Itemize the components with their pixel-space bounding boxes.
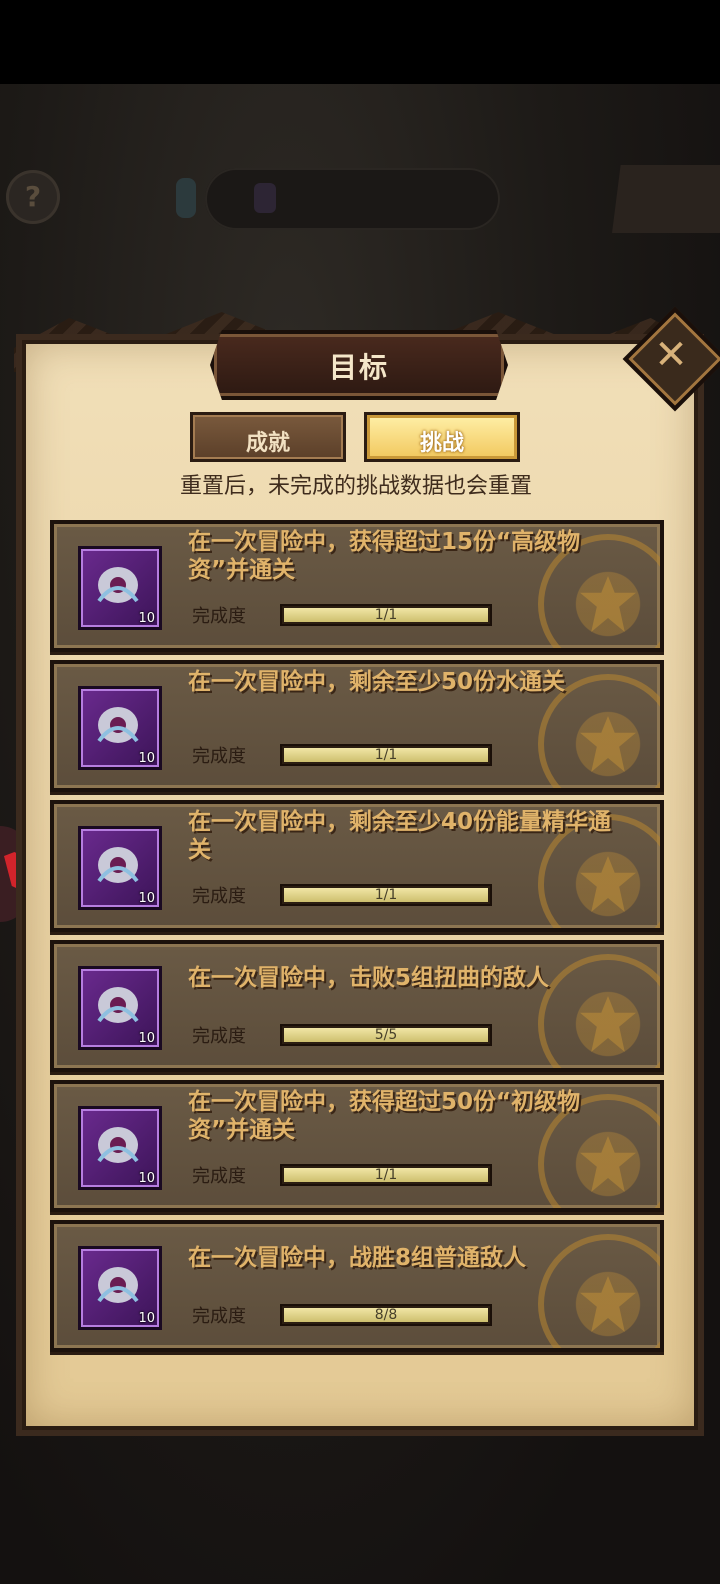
challenge-card: 10 在一次冒险中，击败5组扭曲的敌人 完成度 5/5	[50, 940, 664, 1072]
challenge-card: 10 在一次冒险中，剩余至少50份水通关 完成度 1/1	[50, 660, 664, 792]
scroll-icon	[97, 1267, 139, 1303]
reward-item[interactable]: 10	[78, 1106, 162, 1190]
challenge-title: 在一次冒险中，获得超过15份“高级物资”并通关	[188, 529, 581, 583]
progress-text: 1/1	[374, 607, 398, 623]
reward-item[interactable]: 10	[78, 546, 162, 630]
progress-bar: 1/1	[280, 1164, 492, 1186]
progress-label: 完成度	[192, 1026, 246, 1047]
progress-text: 8/8	[374, 1307, 398, 1323]
reward-count: 10	[138, 891, 155, 906]
reward-item[interactable]: 10	[78, 966, 162, 1050]
dialog-title-plate: 目标	[210, 330, 508, 400]
challenge-card: 10 在一次冒险中，剩余至少40份能量精华通关 完成度 1/1	[50, 800, 664, 932]
tab-challenges-label: 挑战	[419, 431, 464, 456]
progress-bar: 1/1	[280, 884, 492, 906]
reward-count: 10	[138, 1171, 155, 1186]
crystal-icon	[176, 178, 196, 218]
progress-label: 完成度	[192, 746, 246, 767]
reward-item[interactable]: 10	[78, 686, 162, 770]
scroll-icon	[97, 987, 139, 1023]
challenge-card: 10 在一次冒险中，获得超过15份“高级物资”并通关 完成度 1/1	[50, 520, 664, 652]
progress-bar: 1/1	[280, 604, 492, 626]
challenge-title: 在一次冒险中，击败5组扭曲的敌人	[188, 965, 550, 991]
challenge-title: 在一次冒险中，剩余至少40份能量精华通关	[188, 809, 612, 863]
reward-item[interactable]: 10	[78, 826, 162, 910]
dialog-title: 目标	[328, 351, 389, 384]
scroll-icon	[97, 707, 139, 743]
progress-label: 完成度	[192, 606, 246, 627]
progress-bar: 1/1	[280, 744, 492, 766]
top-right-button[interactable]	[612, 165, 720, 233]
progress-label: 完成度	[192, 1306, 246, 1327]
reward-count: 10	[138, 1311, 155, 1326]
progress-bar: 5/5	[280, 1024, 492, 1046]
resource-pill[interactable]	[205, 168, 500, 230]
scroll-icon	[97, 567, 139, 603]
gem-icon	[254, 183, 276, 213]
progress-bar: 8/8	[280, 1304, 492, 1326]
tab-achievements-label: 成就	[245, 431, 290, 456]
challenge-title: 在一次冒险中，获得超过50份“初级物资”并通关	[188, 1089, 581, 1143]
progress-label: 完成度	[192, 1166, 246, 1187]
progress-text: 1/1	[374, 887, 398, 903]
challenge-card: 10 在一次冒险中，战胜8组普通敌人 完成度 8/8	[50, 1220, 664, 1352]
scroll-icon	[97, 847, 139, 883]
progress-text: 1/1	[374, 747, 398, 763]
tab-achievements[interactable]: 成就	[190, 412, 346, 462]
close-icon[interactable]: ✕	[642, 330, 700, 380]
progress-text: 1/1	[374, 1167, 398, 1183]
progress-text: 5/5	[374, 1027, 398, 1043]
progress-label: 完成度	[192, 886, 246, 907]
challenge-card: 10 在一次冒险中，获得超过50份“初级物资”并通关 完成度 1/1	[50, 1080, 664, 1212]
scroll-icon	[97, 1127, 139, 1163]
reward-count: 10	[138, 751, 155, 766]
reward-item[interactable]: 10	[78, 1246, 162, 1330]
tab-challenges[interactable]: 挑战	[364, 412, 520, 462]
reward-count: 10	[138, 1031, 155, 1046]
reward-count: 10	[138, 611, 155, 626]
reset-notice: 重置后，未完成的挑战数据也会重置	[179, 474, 532, 499]
question-icon: ?	[24, 180, 42, 213]
help-button[interactable]: ?	[6, 170, 60, 224]
challenge-title: 在一次冒险中，战胜8组普通敌人	[188, 1245, 527, 1271]
challenge-title: 在一次冒险中，剩余至少50份水通关	[188, 669, 566, 695]
